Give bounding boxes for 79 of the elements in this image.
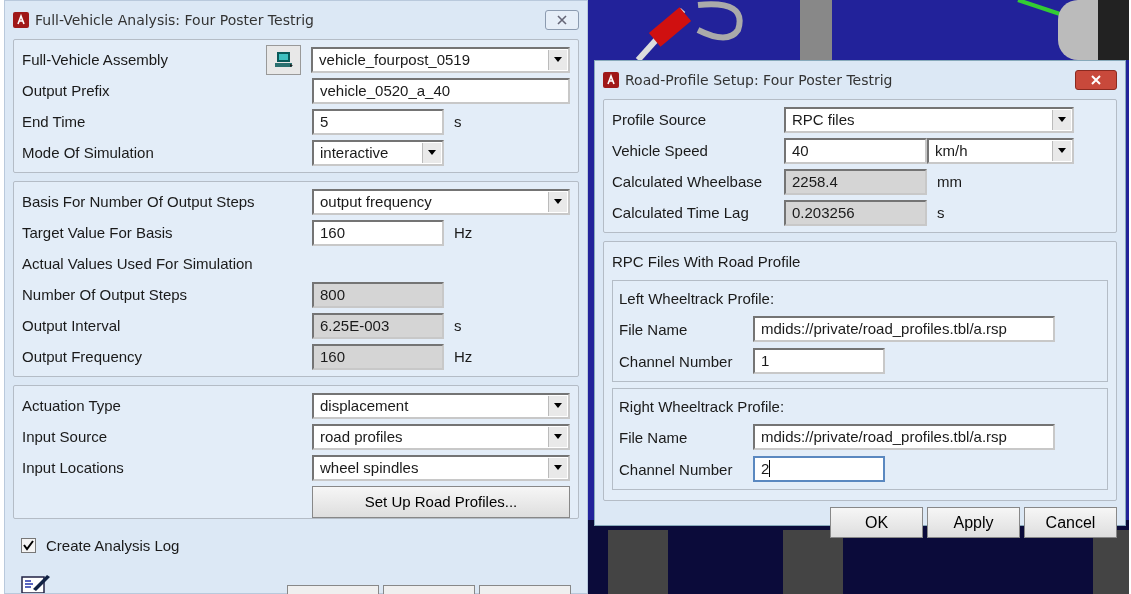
field-label: Output Interval [22,317,122,334]
app-icon [603,72,619,88]
input-field[interactable]: 160 [312,219,444,246]
field-label: Input Locations [22,459,125,476]
input-field[interactable]: 5 [312,108,444,135]
field-label: Calculated Time Lag [612,204,750,221]
field-label: Actual Values Used For Simulation [22,255,254,272]
unit-label: s [937,204,945,221]
dropdown[interactable]: displacement [312,392,570,419]
readonly-field: 6.25E-003 [312,312,444,339]
field-label: File Name [619,320,689,338]
browse-button[interactable] [266,44,302,75]
caret-icon [554,403,562,408]
field-label: Target Value For Basis [22,224,174,241]
caret-icon [554,199,562,204]
channel-number-field[interactable]: 1 [753,348,885,374]
channel-number-field[interactable]: 2 [753,456,885,482]
dialog-button[interactable] [383,585,475,594]
caret-icon [554,57,562,62]
computer-icon [273,50,294,69]
set-up-road-profiles-button[interactable]: Set Up Road Profiles... [312,485,570,518]
ok-button[interactable]: OK [830,507,923,538]
dropdown[interactable]: vehicle_fourpost_0519 [311,46,570,73]
input-field[interactable]: vehicle_0520_a_40 [312,77,570,104]
field-label: Channel Number [619,352,734,370]
section-heading: RPC Files With Road Profile [612,252,802,272]
caret-icon [1058,148,1066,153]
field-label: Number Of Output Steps [22,286,189,303]
field-label: Profile Source [612,111,708,128]
dropdown[interactable]: output frequency [312,188,570,215]
readonly-field: 0.203256 [784,199,927,226]
log-edit-icon[interactable] [21,573,51,593]
field-label: End Time [22,113,87,130]
field-label: Mode Of Simulation [22,144,155,161]
field-label: Actuation Type [22,397,122,414]
readonly-field: 160 [312,343,444,370]
dialog-button[interactable] [287,585,379,594]
field-label: Vehicle Speed [612,142,709,159]
field-label: Full-Vehicle Assembly [22,51,169,68]
field-label: Output Prefix [22,82,111,99]
file-name-field[interactable]: mdids://private/road_profiles.tbl/a.rsp [753,316,1055,342]
unit-label: Hz [454,224,473,241]
field-label: File Name [619,428,689,446]
input-field[interactable]: 40 [784,137,927,164]
checkbox-label: Create Analysis Log [46,537,180,554]
caret-icon [428,150,436,155]
file-name-field[interactable]: mdids://private/road_profiles.tbl/a.rsp [753,424,1055,450]
readonly-field: 800 [312,281,444,308]
readonly-field: 2258.4 [784,168,927,195]
close-icon [1090,75,1102,85]
group-heading: Left Wheeltrack Profile: [619,289,776,309]
dropdown[interactable]: interactive [312,139,444,166]
window-title: Road-Profile Setup: Four Poster Testrig [625,72,894,88]
unit-label: s [454,317,462,334]
close-button[interactable] [1075,70,1117,90]
checkbox[interactable] [21,538,36,553]
unit-label: Hz [454,348,473,365]
unit-dropdown[interactable]: km/h [927,137,1074,164]
caret-icon [1058,117,1066,122]
apply-button[interactable]: Apply [927,507,1020,538]
field-label: Input Source [22,428,109,445]
dropdown[interactable]: wheel spindles [312,454,570,481]
close-icon [556,15,568,25]
unit-label: s [454,113,462,130]
field-label: Calculated Wheelbase [612,173,764,190]
group-heading: Right Wheeltrack Profile: [619,397,786,417]
caret-icon [554,465,562,470]
unit-label: mm [937,173,962,190]
close-button[interactable] [545,10,579,30]
dialog-button[interactable] [479,585,571,594]
field-label: Basis For Number Of Output Steps [22,193,256,210]
window-title: Full-Vehicle Analysis: Four Poster Testrig [35,12,315,28]
dropdown[interactable]: road profiles [312,423,570,450]
caret-icon [554,434,562,439]
cancel-button[interactable]: Cancel [1024,507,1117,538]
field-label: Channel Number [619,460,734,478]
app-icon [13,12,29,28]
dropdown[interactable]: RPC files [784,106,1074,133]
field-label: Output Frequency [22,348,144,365]
